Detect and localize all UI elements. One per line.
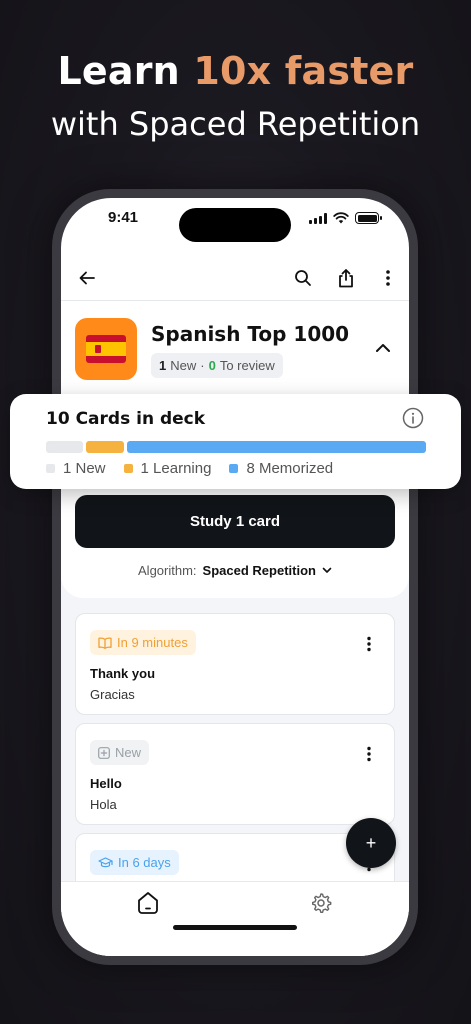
card-due-tag: In 6 days xyxy=(90,850,179,875)
progress-segment-learning xyxy=(86,441,124,453)
status-time: 9:41 xyxy=(108,209,139,226)
headline-accent: 10x faster xyxy=(193,49,414,93)
graduation-cap-icon xyxy=(98,856,113,867)
share-icon[interactable] xyxy=(332,264,360,292)
card-due-tag: In 9 minutes xyxy=(90,630,196,655)
signal-icon xyxy=(309,212,327,224)
info-icon[interactable] xyxy=(402,407,424,434)
progress-segment-memorized xyxy=(126,441,426,453)
collapse-chevron-icon[interactable] xyxy=(375,340,391,358)
more-vertical-icon[interactable] xyxy=(374,264,402,292)
algorithm-value: Spaced Repetition xyxy=(202,563,316,578)
summary-title: 10 Cards in deck xyxy=(46,409,206,429)
phone-screen: 9:41 Spanish Top 1000 1 New · 0 To revie… xyxy=(61,198,409,956)
card-item[interactable]: New Hello Hola xyxy=(75,723,395,825)
home-indicator xyxy=(173,925,297,930)
card-new-tag: New xyxy=(90,740,150,765)
algorithm-label: Algorithm: xyxy=(138,563,197,578)
legend-memorized: 8 Memorized xyxy=(229,460,333,477)
card-front: Hello xyxy=(90,776,122,791)
algorithm-selector[interactable]: Algorithm: Spaced Repetition xyxy=(61,563,409,578)
chevron-down-icon xyxy=(322,567,332,573)
legend-swatch-learning xyxy=(123,464,133,473)
wifi-icon xyxy=(333,212,349,224)
legend-swatch-new xyxy=(46,464,55,473)
book-icon xyxy=(98,637,112,649)
card-more-icon[interactable] xyxy=(366,636,372,657)
deck-progress-bar xyxy=(46,441,426,453)
legend-new: 1 New xyxy=(46,460,106,477)
deck-stats-badge: 1 New · 0 To review xyxy=(151,353,283,378)
toolbar xyxy=(61,258,409,298)
gear-icon[interactable] xyxy=(310,892,332,919)
card-front: Thank you xyxy=(90,666,156,681)
dynamic-island xyxy=(179,208,291,242)
search-icon[interactable] xyxy=(289,264,317,292)
battery-icon xyxy=(355,212,382,224)
progress-legend: 1 New 1 Learning 8 Memorized xyxy=(46,460,333,477)
card-back: Gracias xyxy=(90,687,135,702)
status-icons xyxy=(309,212,382,224)
headline-line-2: with Spaced Repetition xyxy=(50,105,421,143)
bottom-nav xyxy=(61,881,409,956)
back-arrow-icon[interactable] xyxy=(73,264,101,292)
legend-swatch-memorized xyxy=(229,464,239,473)
plus-square-icon xyxy=(98,746,110,759)
card-item[interactable]: In 9 minutes Thank you Gracias xyxy=(75,613,395,715)
deck-summary-popout: 10 Cards in deck 1 New 1 Learning 8 Memo… xyxy=(10,394,461,489)
headline-line-1: Learn 10x faster xyxy=(57,49,414,93)
add-card-button[interactable]: + xyxy=(346,818,396,868)
headline: Learn 10x faster with Spaced Repetition xyxy=(0,48,471,146)
deck-title: Spanish Top 1000 xyxy=(151,322,350,346)
study-button[interactable]: Study 1 card xyxy=(75,495,395,548)
legend-learning: 1 Learning xyxy=(123,460,211,477)
progress-segment-new xyxy=(46,441,84,453)
card-back: Hola xyxy=(90,797,117,812)
spain-flag-icon xyxy=(75,318,137,380)
card-more-icon[interactable] xyxy=(366,746,372,767)
home-icon[interactable] xyxy=(135,890,161,921)
